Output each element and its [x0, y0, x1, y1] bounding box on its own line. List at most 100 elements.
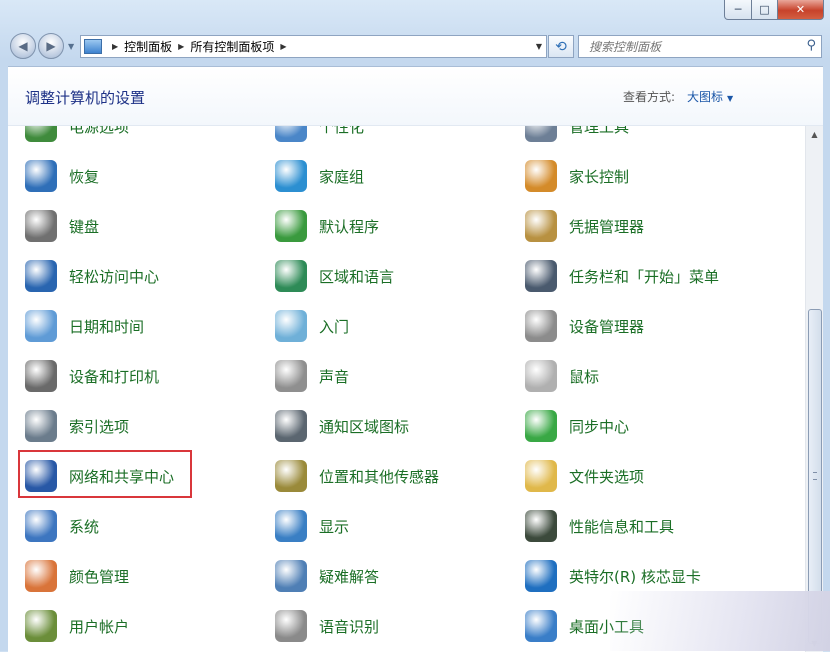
display-icon — [275, 510, 307, 542]
item-label: 区域和语言 — [319, 267, 395, 286]
item-label: 恢复 — [69, 167, 100, 186]
control-panel-item[interactable]: 管理工具 — [525, 126, 629, 142]
notification-area-icon — [275, 410, 307, 442]
close-button[interactable]: ✕ — [778, 0, 824, 20]
navigation-buttons: ◀ ▶ ▼ — [10, 33, 74, 59]
location-sensors-icon — [275, 460, 307, 492]
getting-started-icon — [275, 310, 307, 342]
control-panel-item[interactable]: 系统 — [25, 510, 99, 542]
control-panel-item[interactable]: 家长控制 — [525, 160, 629, 192]
page-title: 调整计算机的设置 — [25, 89, 146, 107]
item-label: 设备管理器 — [569, 317, 645, 336]
control-panel-item[interactable]: 鼠标 — [525, 360, 599, 392]
scroll-up-icon[interactable]: ▲ — [806, 126, 823, 143]
troubleshooting-icon — [275, 560, 307, 592]
search-icon[interactable]: ⚲ — [806, 38, 816, 53]
control-panel-item[interactable]: 日期和时间 — [25, 310, 144, 342]
control-panel-item[interactable]: 语音识别 — [275, 610, 379, 642]
control-panel-item[interactable]: 文件夹选项 — [525, 460, 644, 492]
control-panel-item[interactable]: 性能信息和工具 — [525, 510, 674, 542]
item-label: 索引选项 — [69, 417, 130, 436]
breadcrumb-control-panel[interactable]: 控制面板 — [124, 38, 172, 55]
search-box[interactable]: ⚲ — [578, 35, 822, 58]
control-panel-icon — [84, 39, 102, 54]
item-label: 设备和打印机 — [69, 367, 160, 386]
item-label: 用户帐户 — [69, 617, 130, 636]
breadcrumb-arrow-icon[interactable]: ▶ — [178, 42, 184, 51]
back-button[interactable]: ◀ — [10, 33, 36, 59]
breadcrumb-arrow-icon[interactable]: ▶ — [112, 42, 118, 51]
power-icon — [25, 126, 57, 142]
search-input[interactable] — [587, 38, 801, 55]
control-panel-item[interactable]: 默认程序 — [275, 210, 379, 242]
view-by-value: 大图标 — [687, 90, 724, 104]
indexing-options-icon — [25, 410, 57, 442]
control-panel-item[interactable]: 家庭组 — [275, 160, 364, 192]
keyboard-icon — [25, 210, 57, 242]
speech-recognition-icon — [275, 610, 307, 642]
forward-button[interactable]: ▶ — [38, 33, 64, 59]
date-time-icon — [25, 310, 57, 342]
item-label: 鼠标 — [569, 367, 600, 386]
item-label: 轻松访问中心 — [69, 267, 160, 286]
control-panel-item[interactable]: 电源选项 — [25, 126, 129, 142]
control-panel-item[interactable]: 索引选项 — [25, 410, 129, 442]
item-label: 个性化 — [319, 126, 365, 136]
control-panel-item[interactable]: 显示 — [275, 510, 349, 542]
user-accounts-icon — [25, 610, 57, 642]
item-label: 系统 — [69, 517, 100, 536]
ease-of-access-icon — [25, 260, 57, 292]
item-label: 疑难解答 — [319, 567, 380, 586]
item-label: 文件夹选项 — [569, 467, 645, 486]
control-panel-item[interactable]: 个性化 — [275, 126, 364, 142]
back-arrow-icon: ◀ — [18, 39, 28, 53]
control-panel-item[interactable]: 入门 — [275, 310, 349, 342]
system-icon — [25, 510, 57, 542]
control-panel-item[interactable]: 通知区域图标 — [275, 410, 409, 442]
breadcrumb-arrow-icon[interactable]: ▶ — [280, 42, 286, 51]
control-panel-item[interactable]: 设备管理器 — [525, 310, 644, 342]
taskbar-icon — [525, 260, 557, 292]
personalization-icon — [275, 126, 307, 142]
address-bar[interactable]: ▶ 控制面板 ▶ 所有控制面板项 ▶ ▼ — [80, 35, 547, 58]
item-label: 管理工具 — [569, 126, 630, 136]
control-panel-item[interactable]: 任务栏和「开始」菜单 — [525, 260, 719, 292]
desktop-gadgets-icon — [525, 610, 557, 642]
device-manager-icon — [525, 310, 557, 342]
mouse-icon — [525, 360, 557, 392]
control-panel-item[interactable]: 凭据管理器 — [525, 210, 644, 242]
performance-icon — [525, 510, 557, 542]
control-panel-item[interactable]: 疑难解答 — [275, 560, 379, 592]
devices-printers-icon — [25, 360, 57, 392]
control-panel-item[interactable]: 英特尔(R) 核芯显卡 — [525, 560, 701, 592]
item-label: 同步中心 — [569, 417, 630, 436]
address-dropdown-icon[interactable]: ▼ — [536, 42, 542, 51]
view-by-dropdown[interactable]: 大图标 ▼ — [687, 88, 733, 105]
intel-graphics-icon — [525, 560, 557, 592]
item-label: 凭据管理器 — [569, 217, 645, 236]
recent-pages-dropdown[interactable]: ▼ — [68, 42, 74, 51]
control-panel-item[interactable]: 轻松访问中心 — [25, 260, 159, 292]
control-panel-item[interactable]: 键盘 — [25, 210, 99, 242]
maximize-button[interactable]: □ — [752, 0, 778, 20]
vertical-scrollbar[interactable]: ▲ ▼ — [805, 126, 823, 652]
control-panel-item[interactable]: 设备和打印机 — [25, 360, 159, 392]
color-management-icon — [25, 560, 57, 592]
minimize-button[interactable]: ─ — [724, 0, 752, 20]
control-panel-item[interactable]: 同步中心 — [525, 410, 629, 442]
item-label: 电源选项 — [69, 126, 130, 136]
control-panel-item[interactable]: 声音 — [275, 360, 349, 392]
sync-center-icon — [525, 410, 557, 442]
item-label: 默认程序 — [319, 217, 380, 236]
item-label: 语音识别 — [319, 617, 380, 636]
refresh-button[interactable]: ⟲ — [548, 35, 574, 58]
item-label: 显示 — [319, 517, 350, 536]
control-panel-item[interactable]: 恢复 — [25, 160, 99, 192]
homegroup-icon — [275, 160, 307, 192]
control-panel-item[interactable]: 颜色管理 — [25, 560, 129, 592]
control-panel-item[interactable]: 用户帐户 — [25, 610, 129, 642]
control-panel-item[interactable]: 位置和其他传感器 — [275, 460, 439, 492]
item-label: 入门 — [319, 317, 350, 336]
control-panel-item[interactable]: 区域和语言 — [275, 260, 394, 292]
breadcrumb-all-items[interactable]: 所有控制面板项 — [190, 38, 274, 55]
